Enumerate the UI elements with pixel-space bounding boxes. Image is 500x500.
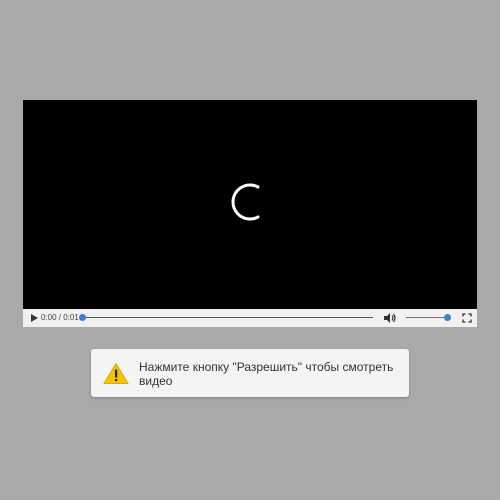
video-area[interactable] — [23, 100, 477, 309]
permission-notice: Нажмите кнопку "Разрешить" чтобы смотрет… — [91, 349, 409, 397]
play-icon[interactable] — [29, 313, 39, 323]
loading-spinner-icon — [231, 183, 260, 221]
volume-thumb[interactable] — [444, 314, 451, 321]
warning-icon — [103, 363, 129, 384]
progress-thumb[interactable] — [79, 314, 86, 321]
volume-icon[interactable] — [383, 312, 397, 324]
video-player[interactable]: 0:00 / 0:01 — [23, 100, 477, 327]
fullscreen-icon[interactable] — [462, 313, 472, 323]
progress-bar[interactable] — [79, 314, 373, 322]
time-display: 0:00 / 0:01 — [41, 313, 79, 322]
volume-slider[interactable] — [406, 314, 451, 322]
progress-track — [80, 317, 373, 318]
notice-text: Нажмите кнопку "Разрешить" чтобы смотрет… — [139, 360, 394, 388]
player-controls: 0:00 / 0:01 — [23, 309, 477, 327]
